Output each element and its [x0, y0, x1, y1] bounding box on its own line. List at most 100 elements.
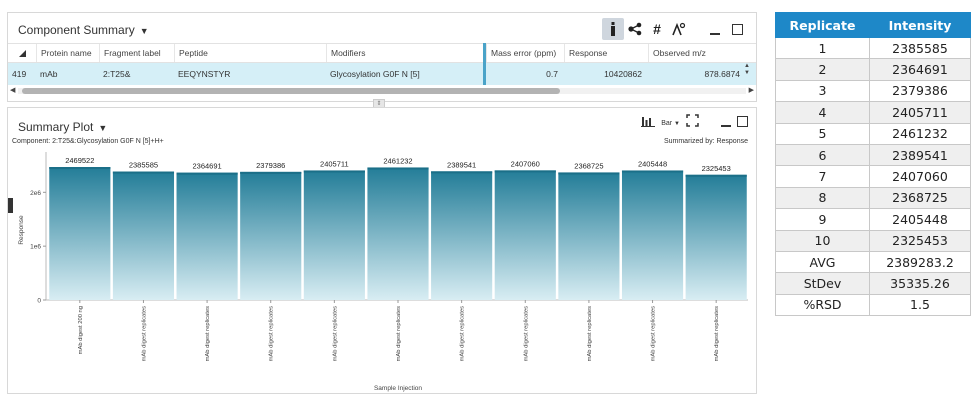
bar[interactable]: [49, 167, 111, 300]
x-tick-label: mAb digest replicates: [587, 306, 593, 362]
info-bar-icon[interactable]: [602, 18, 624, 40]
bar-value-label: 2405711: [320, 159, 349, 168]
column-splitter[interactable]: [483, 43, 486, 85]
scroll-thumb[interactable]: [22, 88, 560, 94]
component-summary-title[interactable]: Component Summary ▼: [18, 23, 149, 37]
horizontal-scrollbar[interactable]: ◀ ▶: [10, 86, 754, 95]
cell-replicate: 1: [775, 36, 870, 60]
table-row: 1 2385585: [775, 36, 971, 60]
column-header-response[interactable]: Response: [564, 44, 648, 62]
x-tick-label: mAb digest replicates: [651, 306, 657, 362]
bar-top-edge: [49, 167, 111, 170]
cell-intensity: 2389541: [869, 143, 971, 167]
bar-top-edge: [112, 171, 175, 174]
cell-intensity: 2461232: [869, 122, 971, 145]
sort-triangle-icon[interactable]: [8, 44, 36, 62]
column-header-mass-error[interactable]: Mass error (ppm): [486, 44, 564, 62]
cell-intensity: 2405711: [869, 101, 971, 124]
component-summary-label: Component Summary: [18, 23, 135, 37]
bar-top-edge: [494, 170, 556, 173]
component-summary-panel: Component Summary ▼ # Protein name Fragme…: [7, 12, 757, 102]
bar-value-label: 2325453: [702, 164, 731, 173]
scroll-right-icon[interactable]: ▶: [749, 86, 754, 94]
bar-value-label: 2368725: [574, 161, 603, 170]
bar[interactable]: [558, 172, 620, 300]
table-row: AVG 2389283.2: [775, 250, 971, 274]
chevron-down-icon[interactable]: ▼: [140, 26, 149, 36]
bar[interactable]: [494, 170, 556, 300]
minimize-button[interactable]: [704, 18, 726, 40]
bar[interactable]: [176, 172, 238, 300]
cell-intensity: 2389283.2: [869, 250, 971, 274]
table-row[interactable]: 419 mAb 2:T25& EEQYNSTYR Glycosylation G…: [8, 63, 756, 85]
bar-value-label: 2405448: [638, 159, 667, 168]
column-header-fragment[interactable]: Fragment label: [99, 44, 174, 62]
bar[interactable]: [431, 171, 493, 300]
cell-intensity: 2379386: [869, 79, 971, 103]
peak-icon[interactable]: [668, 18, 690, 40]
cell-protein: mAb: [40, 69, 58, 79]
x-tick-label: mAb digest replicates: [205, 306, 211, 362]
cell-intensity: 2364691: [869, 58, 971, 81]
x-tick-label: mAb digest replicates: [141, 306, 147, 362]
vertical-scroll-arrows[interactable]: ▲ ▼: [744, 63, 750, 77]
cell-fragment: 2:T25&: [103, 69, 131, 79]
x-axis-label: Sample Injection: [374, 385, 422, 392]
cell-replicate: 10: [775, 229, 870, 252]
header-intensity: Intensity: [869, 12, 971, 38]
bar[interactable]: [112, 171, 175, 300]
table-row: 4 2405711: [775, 101, 971, 124]
table-row: %RSD 1.5: [775, 293, 971, 317]
replicate-table-header: Replicate Intensity: [775, 12, 971, 38]
x-tick-label: mAb digest replicates: [523, 306, 529, 362]
x-tick-label: mAb digest replicates: [714, 306, 720, 362]
cell-intensity: 1.5: [869, 293, 971, 317]
y-axis-label: Response: [18, 215, 25, 245]
table-row: 3 2379386: [775, 79, 971, 103]
maximize-button[interactable]: [726, 18, 748, 40]
bar-value-label: 2364691: [192, 162, 221, 171]
bar-value-label: 2461232: [383, 156, 412, 165]
bar-value-label: 2379386: [256, 161, 285, 170]
cell-replicate: 7: [775, 165, 870, 188]
cell-response: 10420862: [604, 69, 642, 79]
minimize-icon: [710, 32, 720, 35]
cell-intensity: 35335.26: [869, 272, 971, 295]
bar-top-edge: [176, 172, 238, 175]
bar[interactable]: [303, 170, 365, 300]
cell-observed-mz: 878.6874: [704, 69, 740, 79]
bar[interactable]: [367, 167, 429, 300]
table-row: 9 2405448: [775, 208, 971, 231]
bar[interactable]: [240, 171, 302, 300]
cell-intensity: 2368725: [869, 186, 971, 210]
bar[interactable]: [685, 174, 747, 300]
x-tick-label: mAb digest replicates: [396, 306, 402, 362]
network-icon[interactable]: [624, 18, 646, 40]
cell-replicate: 8: [775, 186, 870, 210]
hash-icon[interactable]: #: [646, 18, 668, 40]
cell-peptide: EEQYNSTYR: [178, 69, 231, 79]
maximize-icon: [731, 23, 743, 35]
summary-bar-chart: 0 1e6 2e6 Response 2469522 mAb digest 200 ng 2…: [18, 152, 748, 392]
bar-top-edge: [621, 170, 684, 173]
scroll-left-icon[interactable]: ◀: [10, 86, 15, 94]
column-header-protein[interactable]: Protein name: [36, 44, 99, 62]
column-header-peptide[interactable]: Peptide: [174, 44, 326, 62]
component-table: Protein name Fragment label Peptide Modi…: [8, 43, 756, 85]
table-row: 2 2364691: [775, 58, 971, 81]
cell-intensity: 2405448: [869, 208, 971, 231]
x-tick-label: mAb digest replicates: [332, 306, 338, 362]
bar-top-edge: [367, 167, 429, 170]
bar-value-label: 2389541: [447, 160, 476, 169]
header-replicate: Replicate: [775, 12, 870, 38]
component-summary-toolbar: #: [602, 18, 748, 40]
y-tick-label: 2e6: [30, 190, 41, 197]
column-header-observed-mz[interactable]: Observed m/z: [648, 44, 756, 62]
table-row: 7 2407060: [775, 165, 971, 188]
bar-top-edge: [303, 170, 365, 173]
bar[interactable]: [621, 170, 684, 300]
cell-replicate: %RSD: [775, 293, 870, 317]
column-header-modifiers[interactable]: Modifiers: [326, 44, 483, 62]
bar-top-edge: [685, 174, 747, 177]
